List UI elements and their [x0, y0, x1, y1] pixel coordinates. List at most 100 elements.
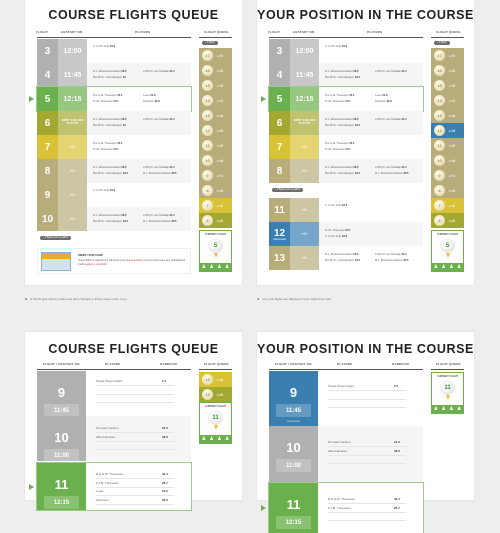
- flight-row[interactable]: 3 12:00 C.J.H.M. Felix 22.3: [37, 39, 191, 63]
- flight-row[interactable]: 8 --:-- M.L. Brandsma-Harbers 26.5 A.W.F.M.…: [269, 159, 423, 183]
- flight-row[interactable]: 10 11:00 Sir Isaac Newton 21.0 Albert Einste…: [269, 426, 423, 483]
- flight-number: 6: [269, 111, 290, 135]
- queue-item[interactable]: 14 ☺×1: [431, 93, 464, 108]
- player-name: Mw M.N.L. Schoolbergen 34.5: [325, 172, 360, 175]
- current-flight-title: CURRENT FLIGHT: [205, 233, 226, 236]
- flight-row[interactable]: 11 --:-- C.J.H.M. Felix 22.3: [269, 198, 423, 222]
- queue-item[interactable]: 6 ☺×3: [199, 213, 232, 228]
- queue-item[interactable]: 12 ☺×3: [431, 123, 464, 138]
- queue-item[interactable]: 13 ☺×4: [199, 108, 232, 123]
- flight-row[interactable]: 9 --:-- C.J.H.M. Felix 22.3: [37, 183, 191, 207]
- flight-row[interactable]: 9 11:45 Single Player Flight 1.5: [37, 371, 191, 417]
- queue-item[interactable]: 13 ☺×2: [199, 372, 232, 387]
- golf-ball-icon: 17: [434, 50, 445, 61]
- flight-row[interactable]: 8 --:-- M.L. Brandsma-Harbers 26.5 A.W.F.M.…: [37, 159, 191, 183]
- flight-row[interactable]: 10 11:00 Sir Isaac Newton 21.0 Albert Einste…: [37, 416, 191, 462]
- swipe-card-notice: SWIPE YOUR CARD If your flight is regist…: [37, 248, 191, 274]
- flight-row[interactable]: 11 12:15 B.G.G.M. Theeuwen 34.4 P.J.M. Theeu…: [268, 482, 424, 533]
- player-name: A.W.F.M. van Schaaijk 31.2: [143, 166, 175, 169]
- queue-item[interactable]: 10 ☺×4: [431, 153, 464, 168]
- players-cell: M.L. Brandsma-Harbers 26.5 A.W.F.M. van S…: [319, 63, 423, 87]
- golf-ball-icon: 16: [434, 65, 445, 76]
- player-name: M.L. Brandsma-Harbers 26.5: [325, 253, 359, 256]
- more-flights-pill[interactable]: + 2 flights with no golfers: [272, 188, 304, 192]
- queue-item[interactable]: 17 ☺×3: [199, 48, 232, 63]
- more-flights-pill[interactable]: + 3 flights with no golfers: [40, 236, 72, 240]
- queue-item[interactable]: 8 ☺×4: [199, 183, 232, 198]
- flight-row[interactable]: 12 YOUR FLIGHT --:-- P.J.M. Theeuwen 25.7 C.…: [269, 222, 423, 246]
- queue-item[interactable]: 16 ☺×2: [199, 63, 232, 78]
- player-handicap: 1.5: [162, 379, 167, 383]
- queue-item[interactable]: 14 ☺×1: [199, 93, 232, 108]
- flight-row[interactable]: 4 11:45 M.L. Brandsma-Harbers 26.5 A.W.F.M.…: [37, 63, 191, 87]
- queue-item[interactable]: 7 ☺×2: [431, 198, 464, 213]
- queue-item[interactable]: 12 ☺×3: [199, 387, 232, 402]
- header-players: PLAYERS: [135, 30, 151, 34]
- player-name: Albert Einstein: [96, 434, 116, 439]
- golf-ball-icon: 12: [202, 125, 213, 136]
- players-cell: B.G.G.M. Theeuwen 34.4 Luder 21.0 P.J.M. T…: [319, 87, 423, 111]
- queue-position-link[interactable]: queue position: [126, 259, 143, 262]
- player-name: M.L. Brandsma-Harbers 26.5: [93, 118, 127, 121]
- queue-item[interactable]: 8 ☺×4: [431, 183, 464, 198]
- register-flight-link[interactable]: register a new flight: [84, 263, 107, 266]
- flight-number: 8: [37, 159, 58, 183]
- flight-row[interactable]: 9 11:45 YOUR FLIGHT Single Player Flight 1.5: [269, 371, 423, 426]
- player-count: ☺×1: [448, 173, 456, 178]
- players-cell: M.L. Brandsma-Harbers 26.5 A.W.F.M. van S…: [319, 111, 423, 135]
- players-cell: B.G.G.M. Theeuwen 34.4 P.J.M. Theeuwen 25…: [319, 135, 423, 159]
- current-flight-card: CURRENT FLIGHT 5 ♟ ♟ ♟ ♟: [431, 230, 464, 272]
- person-icon: ♟: [449, 264, 454, 270]
- member-card-icon: [41, 252, 71, 271]
- row-divider: [328, 398, 406, 400]
- queue-item[interactable]: 10 ☺×4: [199, 153, 232, 168]
- queue-item[interactable]: 15 ☺×3: [431, 78, 464, 93]
- queue-item[interactable]: 15 ☺×3: [199, 78, 232, 93]
- queue-item[interactable]: 7 ☺×2: [199, 198, 232, 213]
- person-icon: ♟: [217, 264, 222, 270]
- flight-number: 5: [269, 87, 290, 111]
- flight-row[interactable]: 6 SWIPE YOUR CARD TO START M.L. Brandsma-H…: [37, 111, 191, 135]
- queue-more-pill[interactable]: + 3 flights: [202, 41, 218, 45]
- players-cell: C.J.H.M. Felix 22.3: [319, 198, 423, 222]
- flight-row[interactable]: 11 12:15 B.G.G.M. Theeuwen 34.4 P.J.M. Theeu…: [36, 462, 192, 511]
- swipe-text: If your flight is registered it will sho…: [78, 259, 186, 266]
- flight-number: 7: [37, 135, 58, 159]
- player-name: Mw M.N.L. Schoolbergen 34.5: [325, 124, 360, 127]
- queue-item[interactable]: 13 ☺×4: [431, 108, 464, 123]
- queue-item[interactable]: 11 ☺×2: [431, 138, 464, 153]
- flight-row[interactable]: 6 SWIPE YOUR CARD TO START M.L. Brandsma-H…: [269, 111, 423, 135]
- flight-row[interactable]: 5 12:15 B.G.G.M. Theeuwen 34.4 Luder 21.0 P.…: [36, 86, 192, 112]
- player-name: M.L. Brandsma-Harbers 26.5: [93, 214, 127, 217]
- row-divider: [96, 478, 174, 479]
- queue-item[interactable]: 9 ☺×1: [431, 168, 464, 183]
- row-divider: [96, 393, 174, 395]
- flight-number: 11: [286, 497, 301, 512]
- player-name: B.G.G.M. Theeuwen 34.4: [93, 94, 123, 97]
- queue-item[interactable]: 16 ☺×2: [431, 63, 464, 78]
- flight-row[interactable]: 3 12:00 C.J.H.M. Felix 22.3: [269, 39, 423, 63]
- player-handicap: 21.0: [162, 489, 168, 493]
- queue-item[interactable]: 17 ☺×3: [431, 48, 464, 63]
- queue-item[interactable]: 9 ☺×1: [199, 168, 232, 183]
- header-flight-gestart: FLIGHT / GESTART ON: [43, 362, 80, 366]
- queue-item[interactable]: 12 ☺×3: [199, 123, 232, 138]
- queue-item[interactable]: 11 ☺×2: [199, 138, 232, 153]
- queue-more-pill[interactable]: + 3 flights: [434, 41, 450, 45]
- flight-row[interactable]: 7 --:-- B.G.G.M. Theeuwen 34.4 P.J.M. Theeu…: [37, 135, 191, 159]
- player-name: A.W.F.M. van Schaaijk 31.2: [375, 253, 407, 256]
- flight-row[interactable]: 5 12:15 B.G.G.M. Theeuwen 34.4 Luder 21.0 P.…: [268, 86, 424, 112]
- row-divider: [96, 402, 174, 403]
- current-flight-card: CURRENT FLIGHT 11 ♟ ♟ ♟ ♟: [431, 372, 464, 414]
- flight-row[interactable]: 4 11:45 M.L. Brandsma-Harbers 26.5 A.W.F.M.…: [269, 63, 423, 87]
- flight-row[interactable]: 7 --:-- B.G.G.M. Theeuwen 34.4 P.J.M. Theeu…: [269, 135, 423, 159]
- queue-item[interactable]: 6 ☺×3: [431, 213, 464, 228]
- header-divider: [431, 369, 464, 370]
- players-cell: Sir Isaac Newton 21.0 Albert Einstein 32.0: [318, 426, 423, 483]
- golf-ball-icon: 6: [434, 215, 445, 226]
- row-divider: [96, 440, 174, 442]
- golf-ball-icon: 7: [434, 200, 445, 211]
- flight-row[interactable]: 13 --:-- M.L. Brandsma-Harbers 26.5 A.W.F.M…: [269, 246, 423, 270]
- player-name: B.G.G.M. Theeuwen 34.4: [325, 142, 355, 145]
- flight-row[interactable]: 10 --:-- M.L. Brandsma-Harbers 26.5 A.W.F.M…: [37, 207, 191, 231]
